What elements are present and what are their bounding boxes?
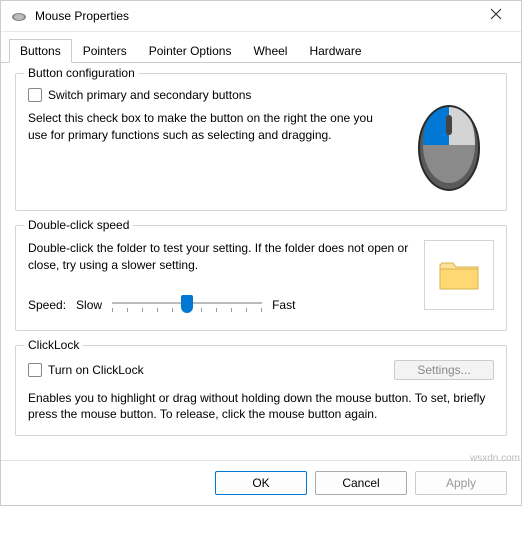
dialog-button-row: OK Cancel Apply (1, 460, 521, 505)
mouse-illustration (404, 88, 494, 198)
tab-pointer-options[interactable]: Pointer Options (138, 39, 243, 63)
close-button[interactable] (481, 7, 511, 25)
button-config-description: Select this check box to make the button… (28, 110, 394, 144)
checkbox-switch-buttons[interactable] (28, 88, 42, 102)
group-clicklock: ClickLock Turn on ClickLock Settings... … (15, 345, 507, 437)
mouse-icon (11, 11, 27, 21)
checkbox-clicklock[interactable] (28, 363, 42, 377)
group-button-configuration: Button configuration Switch primary and … (15, 73, 507, 211)
tab-hardware[interactable]: Hardware (298, 39, 372, 63)
folder-icon (438, 257, 480, 293)
group-title-double-click: Double-click speed (24, 218, 133, 232)
apply-button[interactable]: Apply (415, 471, 507, 495)
group-title-clicklock: ClickLock (24, 338, 83, 352)
speed-label: Speed: (28, 298, 66, 312)
titlebar: Mouse Properties (1, 1, 521, 32)
tab-pointers[interactable]: Pointers (72, 39, 138, 63)
group-double-click-speed: Double-click speed Double-click the fold… (15, 225, 507, 331)
cancel-button[interactable]: Cancel (315, 471, 407, 495)
ok-button[interactable]: OK (215, 471, 307, 495)
checkbox-clicklock-label: Turn on ClickLock (48, 363, 144, 377)
clicklock-settings-button[interactable]: Settings... (394, 360, 494, 380)
tab-wheel[interactable]: Wheel (242, 39, 298, 63)
fast-label: Fast (272, 298, 295, 312)
checkbox-switch-buttons-label: Switch primary and secondary buttons (48, 88, 251, 102)
group-title-button-config: Button configuration (24, 66, 139, 80)
tab-buttons[interactable]: Buttons (9, 39, 72, 63)
slow-label: Slow (76, 298, 102, 312)
slider-thumb[interactable] (181, 295, 193, 313)
folder-test-area[interactable] (424, 240, 494, 310)
tab-content: Button configuration Switch primary and … (1, 63, 521, 460)
double-click-description: Double-click the folder to test your set… (28, 240, 414, 274)
mouse-properties-window: Mouse Properties Buttons Pointers Pointe… (0, 0, 522, 506)
tab-bar: Buttons Pointers Pointer Options Wheel H… (1, 32, 521, 63)
clicklock-description: Enables you to highlight or drag without… (28, 390, 494, 424)
window-title: Mouse Properties (35, 9, 481, 23)
speed-slider[interactable] (112, 292, 262, 318)
